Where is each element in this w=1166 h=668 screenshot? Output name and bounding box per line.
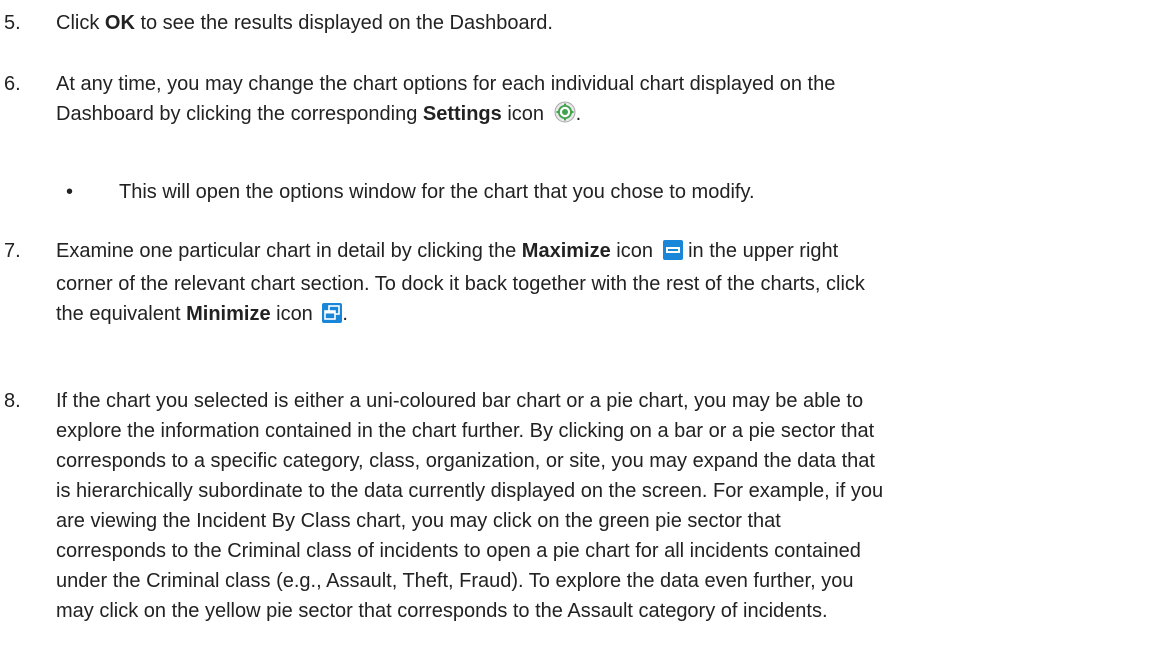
text-run: Dashboard by clicking the corresponding: [56, 103, 423, 125]
step-line: the equivalent Minimize icon .: [56, 299, 1156, 332]
bullet-text: This will open the options window for th…: [119, 181, 755, 203]
restore-window-icon: [322, 302, 343, 332]
text-run: icon: [501, 103, 550, 125]
step-line: Examine one particular chart in detail b…: [56, 236, 1156, 269]
step-number: 7.: [4, 240, 21, 262]
step-text: Examine one particular chart in detail b…: [56, 236, 1156, 332]
text-run: to see the results displayed on the Dash…: [134, 12, 553, 34]
step-line: explore the information contained in the…: [56, 420, 875, 442]
step-text: Click OK to see the results displayed on…: [56, 8, 1156, 38]
step-line: If the chart you selected is either a un…: [56, 390, 864, 412]
step-line: Click OK to see the results displayed on…: [56, 8, 1156, 38]
text-run: icon: [610, 240, 659, 262]
step-line: is hierarchically subordinate to the dat…: [56, 480, 884, 502]
text-run: in the upper right: [682, 240, 839, 262]
step-line: may click on the yellow pie sector that …: [56, 600, 828, 622]
maximize-window-icon: [662, 239, 683, 269]
settings-gear-icon: [554, 101, 576, 132]
text-run: Examine one particular chart in detail b…: [56, 240, 522, 262]
bullet-marker: •: [66, 181, 74, 203]
step-number: 8.: [4, 390, 21, 412]
step-line: corner of the relevant chart section. To…: [56, 273, 865, 295]
ok-button-label: OK: [104, 12, 135, 34]
settings-label: Settings: [422, 103, 502, 125]
minimize-label: Minimize: [186, 303, 271, 325]
step-line: At any time, you may change the chart op…: [56, 73, 836, 95]
text-run: the equivalent: [56, 303, 187, 325]
text-run: .: [575, 103, 582, 125]
text-run: icon: [270, 303, 319, 325]
step-number: 5.: [4, 12, 21, 34]
maximize-label: Maximize: [521, 240, 611, 262]
step-text: At any time, you may change the chart op…: [56, 69, 1156, 132]
step-line: are viewing the Incident By Class chart,…: [56, 510, 781, 532]
text-run: .: [342, 303, 348, 325]
step-line: corresponds to a specific category, clas…: [56, 450, 875, 472]
text-run: Click: [56, 12, 105, 34]
step-line: corresponds to the Criminal class of inc…: [56, 540, 861, 562]
step-line: Dashboard by clicking the corresponding …: [56, 99, 1156, 132]
step-line: under the Criminal class (e.g., Assault,…: [56, 570, 854, 592]
step-text: If the chart you selected is either a un…: [56, 386, 1156, 626]
step-number: 6.: [4, 73, 21, 95]
